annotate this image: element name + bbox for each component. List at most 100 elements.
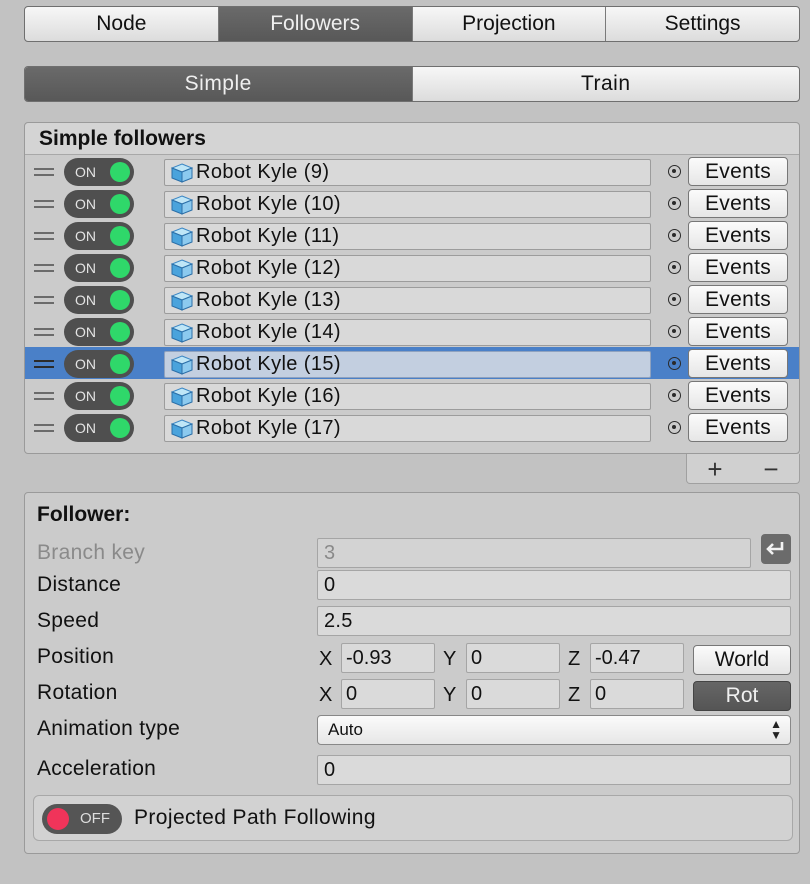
follower-object-field[interactable]: Robot Kyle (11) [164,223,651,250]
tab-node[interactable]: Node [25,7,218,41]
target-icon[interactable] [668,197,681,210]
list-item[interactable]: ON Robot Kyle (13) Events [25,283,799,315]
list-title: Simple followers [25,123,799,155]
rotation-y-field[interactable]: 0 [466,679,560,709]
toggle-knob [110,162,130,182]
list-item[interactable]: ON Robot Kyle (9) Events [25,155,799,187]
target-icon[interactable] [668,421,681,434]
toggle-knob [110,194,130,214]
follower-object-field[interactable]: Robot Kyle (10) [164,191,651,218]
drag-handle-icon[interactable] [34,264,54,272]
toggle-on-label: ON [75,324,96,340]
cube-icon [171,386,196,407]
world-button[interactable]: World [693,645,791,675]
follower-enabled-toggle[interactable]: ON [64,414,134,442]
acceleration-label: Acceleration [37,757,157,780]
tab-simple[interactable]: Simple [25,67,412,101]
rot-button[interactable]: Rot [693,681,791,711]
list-item[interactable]: ON Robot Kyle (12) Events [25,251,799,283]
list-item[interactable]: ON Robot Kyle (16) Events [25,379,799,411]
target-icon[interactable] [668,293,681,306]
toggle-on-label: ON [75,420,96,436]
events-button[interactable]: Events [688,189,788,218]
cube-icon [171,226,196,247]
target-icon[interactable] [668,325,681,338]
target-icon[interactable] [668,389,681,402]
remove-follower-button[interactable]: − [763,456,778,482]
rotation-x-axis-label: X [319,684,333,706]
target-icon[interactable] [668,229,681,242]
follower-enabled-toggle[interactable]: ON [64,158,134,186]
follower-enabled-toggle[interactable]: ON [64,254,134,282]
target-icon[interactable] [668,261,681,274]
return-arrow-icon[interactable] [761,534,791,564]
follower-enabled-toggle[interactable]: ON [64,190,134,218]
projected-path-toggle[interactable]: OFF [42,804,122,834]
follower-enabled-toggle[interactable]: ON [64,382,134,410]
events-button[interactable]: Events [688,413,788,442]
follower-object-field[interactable]: Robot Kyle (12) [164,255,651,282]
cube-icon [171,290,196,311]
follower-object-field[interactable]: Robot Kyle (17) [164,415,651,442]
list-item[interactable]: ON Robot Kyle (10) Events [25,187,799,219]
animation-type-label: Animation type [37,717,181,740]
drag-handle-icon[interactable] [34,328,54,336]
dropdown-arrows-icon: ▲ ▼ [770,717,782,742]
follower-name: Robot Kyle (12) [196,257,341,279]
follower-name: Robot Kyle (15) [196,353,341,375]
branch-key-label: Branch key [37,541,146,564]
tab-settings[interactable]: Settings [605,7,799,41]
rotation-z-field[interactable]: 0 [590,679,684,709]
list-item[interactable]: ON Robot Kyle (11) Events [25,219,799,251]
cube-icon [171,162,196,183]
follower-object-field[interactable]: Robot Kyle (13) [164,287,651,314]
follower-object-field[interactable]: Robot Kyle (9) [164,159,651,186]
add-follower-button[interactable]: + [707,456,722,482]
drag-handle-icon[interactable] [34,424,54,432]
drag-handle-icon[interactable] [34,296,54,304]
follower-enabled-toggle[interactable]: ON [64,286,134,314]
tab-projection[interactable]: Projection [411,7,606,41]
rotation-x-field[interactable]: 0 [341,679,435,709]
follower-enabled-toggle[interactable]: ON [64,318,134,346]
events-button[interactable]: Events [688,221,788,250]
target-icon[interactable] [668,165,681,178]
toggle-knob [110,258,130,278]
tab-followers[interactable]: Followers [217,7,412,41]
follower-object-field[interactable]: Robot Kyle (15) [164,351,651,378]
projected-path-label: Projected Path Following [134,806,376,829]
events-button[interactable]: Events [688,349,788,378]
acceleration-field[interactable]: 0 [317,755,791,785]
toggle-knob [110,386,130,406]
drag-handle-icon[interactable] [34,392,54,400]
cube-icon [171,258,196,279]
rotation-z-axis-label: Z [568,684,581,706]
events-button[interactable]: Events [688,381,788,410]
position-z-field[interactable]: -0.47 [590,643,684,673]
events-button[interactable]: Events [688,253,788,282]
follower-enabled-toggle[interactable]: ON [64,350,134,378]
follower-object-field[interactable]: Robot Kyle (14) [164,319,651,346]
follower-object-field[interactable]: Robot Kyle (16) [164,383,651,410]
drag-handle-icon[interactable] [34,232,54,240]
animation-type-value: Auto [328,720,363,739]
drag-handle-icon[interactable] [34,200,54,208]
drag-handle-icon[interactable] [34,360,54,368]
speed-field[interactable]: 2.5 [317,606,791,636]
tab-train[interactable]: Train [411,67,800,101]
position-x-field[interactable]: -0.93 [341,643,435,673]
distance-field[interactable]: 0 [317,570,791,600]
events-button[interactable]: Events [688,285,788,314]
list-item[interactable]: ON Robot Kyle (15) Events [25,347,799,379]
projected-path-box: OFF Projected Path Following [33,795,793,841]
animation-type-dropdown[interactable]: Auto ▲ ▼ [317,715,791,745]
target-icon[interactable] [668,357,681,370]
position-y-field[interactable]: 0 [466,643,560,673]
events-button[interactable]: Events [688,317,788,346]
list-item[interactable]: ON Robot Kyle (14) Events [25,315,799,347]
list-item[interactable]: ON Robot Kyle (17) Events [25,411,799,443]
follower-name: Robot Kyle (10) [196,193,341,215]
events-button[interactable]: Events [688,157,788,186]
follower-enabled-toggle[interactable]: ON [64,222,134,250]
drag-handle-icon[interactable] [34,168,54,176]
